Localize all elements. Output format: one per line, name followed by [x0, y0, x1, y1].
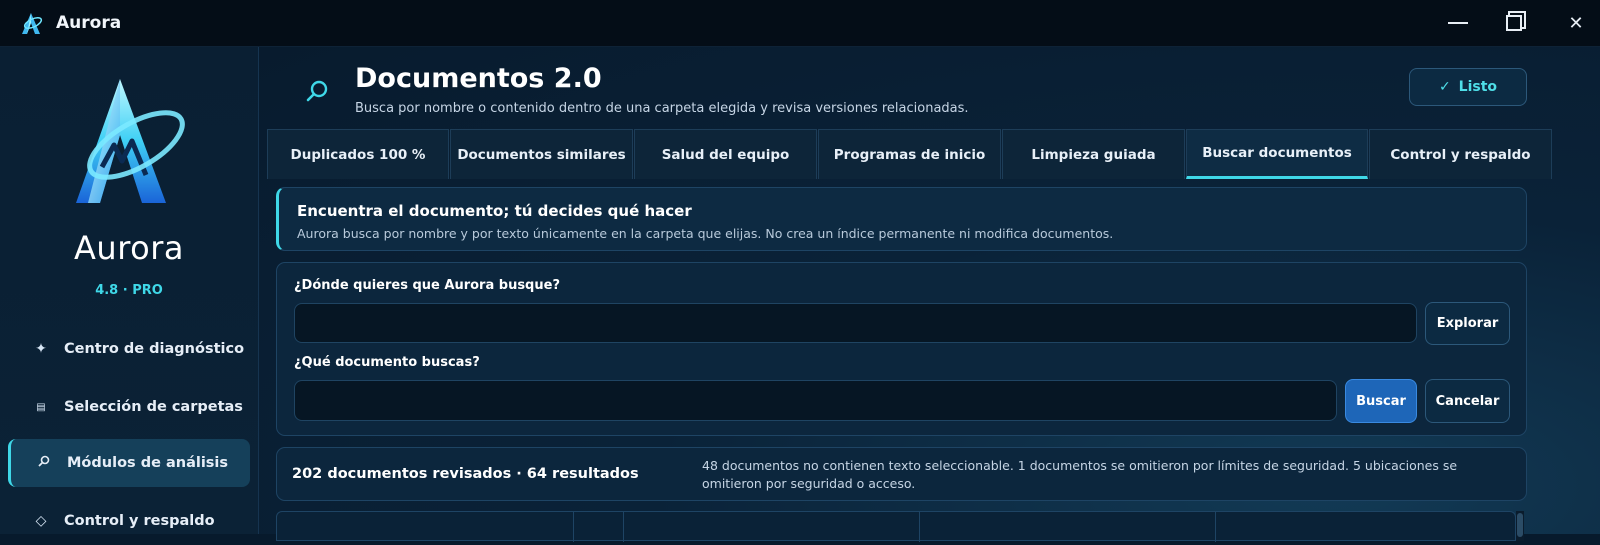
info-title: Encuentra el documento; tú decides qué h…: [297, 202, 692, 220]
results-table-header: [276, 511, 1516, 542]
location-input[interactable]: [294, 303, 1417, 343]
sidebar-item-folder-selection[interactable]: ▤ Selección de carpetas: [8, 383, 250, 431]
tab-system-health[interactable]: Salud del equipo: [634, 129, 817, 179]
cancel-button[interactable]: Cancelar: [1425, 379, 1510, 423]
maximize-icon: [1506, 15, 1522, 31]
aurora-logo-icon: [22, 13, 43, 34]
search-button[interactable]: Buscar: [1345, 379, 1417, 423]
done-button[interactable]: ✓ Listo: [1409, 68, 1527, 106]
tab-startup-programs[interactable]: Programas de inicio: [818, 129, 1001, 179]
brand-name: Aurora: [74, 229, 184, 267]
title-bar: Aurora ✕: [0, 0, 1600, 47]
scrollbar-thumb[interactable]: [1517, 513, 1523, 537]
folder-list-icon: ▤: [36, 401, 46, 413]
search-form: ¿Dónde quieres que Aurora busque? Explor…: [276, 262, 1527, 436]
column-divider: [1215, 512, 1216, 542]
minimize-button[interactable]: [1430, 0, 1486, 46]
page-title: Documentos 2.0: [355, 63, 602, 94]
results-count: 202 documentos revisados · 64 resultados: [292, 466, 639, 482]
tab-control-backup[interactable]: Control y respaldo: [1369, 129, 1552, 179]
results-note: 48 documentos no contienen texto selecci…: [702, 458, 1458, 491]
tab-duplicates[interactable]: Duplicados 100 %: [267, 129, 449, 179]
sidebar-item-diagnostic-center[interactable]: ✦ Centro de diagnóstico: [8, 325, 250, 373]
close-button[interactable]: ✕: [1548, 0, 1600, 46]
query-label: ¿Qué documento buscas?: [294, 355, 480, 370]
module-tabs: Duplicados 100 % Documentos similares Sa…: [267, 129, 1555, 179]
sparkle-icon: ✦: [35, 341, 47, 357]
version-badge: 4.8 · PRO: [95, 283, 163, 298]
check-icon: ✓: [1438, 79, 1451, 95]
sidebar-item-label: Selección de carpetas: [64, 399, 243, 415]
tab-guided-cleanup[interactable]: Limpieza guiada: [1002, 129, 1185, 179]
tab-search-documents[interactable]: Buscar documentos: [1186, 129, 1368, 179]
search-icon: [33, 455, 55, 471]
done-button-label: Listo: [1458, 79, 1498, 95]
minimize-icon: [1448, 22, 1468, 24]
close-icon: ✕: [1568, 12, 1584, 34]
tab-similar-documents[interactable]: Documentos similares: [450, 129, 633, 179]
diamond-icon: ◇: [35, 513, 47, 529]
search-icon: [306, 80, 328, 102]
app-title: Aurora: [56, 13, 122, 33]
sidebar-item-label: Módulos de análisis: [67, 455, 229, 471]
location-label: ¿Dónde quieres que Aurora busque?: [294, 278, 560, 293]
explore-button[interactable]: Explorar: [1425, 302, 1510, 345]
maximize-button[interactable]: [1486, 0, 1542, 46]
sidebar-item-analysis-modules[interactable]: Módulos de análisis: [8, 439, 250, 487]
page-subtitle: Busca por nombre o contenido dentro de u…: [355, 101, 969, 116]
sidebar-item-control-backup[interactable]: ◇ Control y respaldo: [8, 497, 250, 545]
sidebar-item-label: Control y respaldo: [64, 513, 215, 529]
aurora-brand-logo-icon: [76, 79, 185, 203]
info-text: Aurora busca por nombre y por texto únic…: [297, 226, 1114, 241]
column-divider: [623, 512, 624, 542]
query-input[interactable]: [294, 380, 1337, 421]
sidebar-item-label: Centro de diagnóstico: [64, 341, 245, 357]
column-divider: [573, 512, 574, 542]
results-summary: 202 documentos revisados · 64 resultados…: [276, 447, 1527, 501]
column-divider: [919, 512, 920, 542]
info-banner: Encuentra el documento; tú decides qué h…: [276, 187, 1527, 251]
main-content: Documentos 2.0 Busca por nombre o conten…: [259, 47, 1600, 542]
sidebar: Aurora 4.8 · PRO ✦ Centro de diagnóstico…: [0, 47, 259, 534]
